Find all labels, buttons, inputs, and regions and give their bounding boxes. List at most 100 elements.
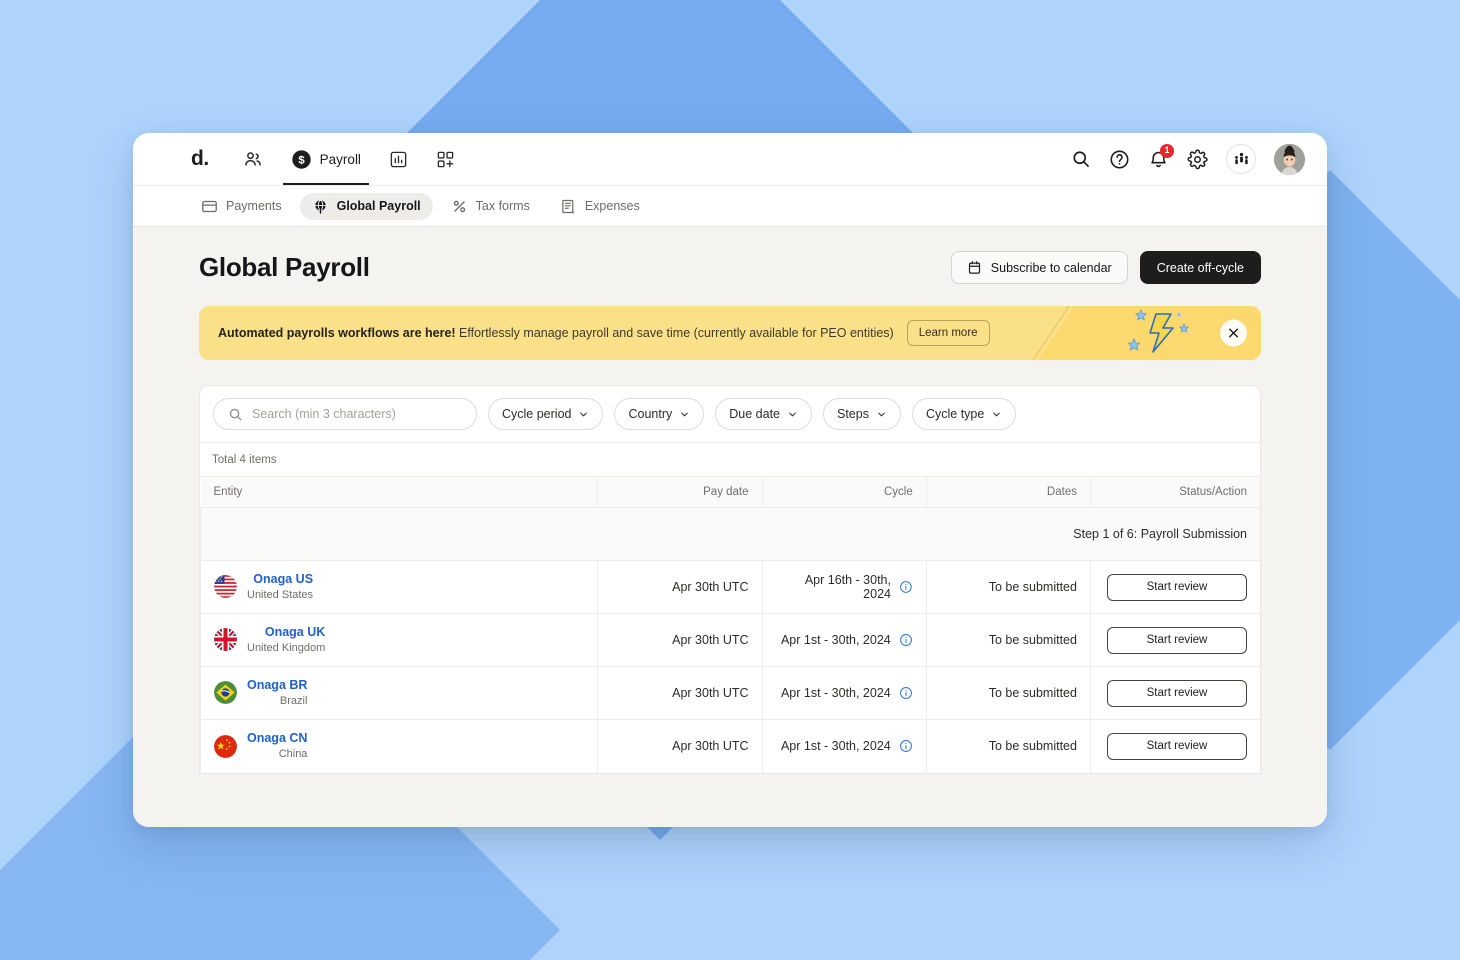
table-group-row: Step 1 of 6: Payroll Submission [201,508,1261,561]
nav-item-people[interactable] [229,133,277,185]
help-circle-icon[interactable] [1109,149,1130,170]
search-icon[interactable] [1071,149,1091,169]
table-group-label: Step 1 of 6: Payroll Submission [201,508,1261,561]
row-action-cell: Start review [1090,614,1260,667]
info-icon[interactable] [899,686,913,700]
close-icon [1227,327,1240,340]
subnav-item-tax-forms-label: Tax forms [476,199,530,213]
filter-cycle-period-label: Cycle period [502,407,571,421]
entity-country: United States [247,588,313,602]
bell-icon[interactable]: 1 [1148,149,1169,170]
row-entity-cell: Onaga UK United Kingdom [201,614,598,667]
entity-name-link[interactable]: Onaga BR [247,678,307,694]
entity-name-link[interactable]: Onaga UK [247,625,325,641]
subscribe-to-calendar-button[interactable]: Subscribe to calendar [951,251,1128,284]
top-navigation-bar: d. $ Payroll [133,133,1327,185]
page-header: Global Payroll Subscribe to calendar Cre… [199,251,1261,284]
row-action-cell: Start review [1090,720,1260,773]
banner-text: Automated payrolls workflows are here! E… [218,326,894,340]
row-dates-status: To be submitted [926,614,1090,667]
filter-cycle-period[interactable]: Cycle period [488,398,603,430]
create-off-cycle-button[interactable]: Create off-cycle [1140,251,1261,284]
filter-panel: Cycle period Country Due date Steps Cycl… [199,385,1261,476]
subnav-item-global-payroll-label: Global Payroll [337,199,421,213]
search-input[interactable] [252,407,462,421]
chevron-down-icon [578,409,589,420]
row-cycle-cell: Apr 1st - 30th, 2024 [762,614,926,667]
table-row: Onaga US United States Apr 30th UTC Apr … [201,561,1261,614]
entity-country: China [247,747,307,761]
table-header-row: Entity Pay date Cycle Dates Status/Actio… [201,477,1261,508]
start-review-button[interactable]: Start review [1107,733,1247,760]
subnav-item-global-payroll[interactable]: Global Payroll [300,193,433,220]
flag-gb-icon [214,628,237,651]
entity-country: Brazil [247,694,307,708]
chevron-down-icon [991,409,1002,420]
filter-due-date[interactable]: Due date [715,398,812,430]
entity-name-link[interactable]: Onaga CN [247,731,307,747]
page-title: Global Payroll [199,252,370,283]
percent-icon [451,198,468,215]
gear-icon[interactable] [1187,149,1208,170]
row-entity-cell: Onaga BR Brazil [201,667,598,720]
subscribe-to-calendar-label: Subscribe to calendar [991,261,1112,275]
subnav-item-expenses-label: Expenses [585,199,640,213]
column-header-dates: Dates [926,477,1090,508]
entity-name-link[interactable]: Onaga US [247,572,313,588]
subnav-item-payments[interactable]: Payments [189,193,294,220]
banner-headline: Automated payrolls workflows are here! [218,326,456,340]
info-icon[interactable] [899,739,913,753]
subnav-item-expenses[interactable]: Expenses [548,193,652,220]
apps-grid-plus-icon [436,150,455,169]
people-group-icon[interactable] [1226,144,1256,174]
app-window: d. $ Payroll [133,133,1327,827]
filter-steps[interactable]: Steps [823,398,901,430]
flag-us-icon [214,575,237,598]
filter-bar: Cycle period Country Due date Steps Cycl… [200,386,1260,442]
start-review-button[interactable]: Start review [1107,680,1247,707]
nav-item-payroll[interactable]: $ Payroll [277,133,375,185]
row-pay-date: Apr 30th UTC [598,667,762,720]
column-header-status-action: Status/Action [1090,477,1260,508]
filter-steps-label: Steps [837,407,869,421]
column-header-entity: Entity [201,477,598,508]
info-icon[interactable] [899,580,913,594]
start-review-button[interactable]: Start review [1107,627,1247,654]
nav-item-apps[interactable] [422,133,469,185]
chevron-down-icon [787,409,798,420]
row-action-cell: Start review [1090,561,1260,614]
row-cycle-cell: Apr 1st - 30th, 2024 [762,667,926,720]
filter-country[interactable]: Country [614,398,704,430]
banner-close-button[interactable] [1220,320,1247,347]
filter-country-label: Country [628,407,672,421]
search-box[interactable] [213,398,477,430]
dollar-circle-icon: $ [291,149,312,170]
avatar[interactable] [1274,144,1305,175]
chevron-down-icon [876,409,887,420]
filter-cycle-type[interactable]: Cycle type [912,398,1016,430]
payroll-table: Entity Pay date Cycle Dates Status/Actio… [200,476,1260,773]
chevron-down-icon [679,409,690,420]
page-content: Global Payroll Subscribe to calendar Cre… [133,227,1327,827]
row-cycle: Apr 1st - 30th, 2024 [781,633,891,647]
calendar-icon [967,260,982,275]
subnav-item-tax-forms[interactable]: Tax forms [439,193,542,220]
row-cycle: Apr 16th - 30th, 2024 [776,573,891,601]
total-items-label: Total 4 items [200,442,1260,476]
row-pay-date: Apr 30th UTC [598,561,762,614]
banner-body: Effortlessly manage payroll and save tim… [456,326,894,340]
nav-item-payroll-label: Payroll [320,152,361,167]
notification-badge: 1 [1160,144,1174,158]
start-review-button[interactable]: Start review [1107,574,1247,601]
entity-country: United Kingdom [247,641,325,655]
learn-more-button[interactable]: Learn more [907,320,990,346]
app-logo[interactable]: d. [133,147,229,171]
credit-card-icon [201,198,218,215]
nav-item-reports[interactable] [375,133,422,185]
search-icon [228,407,243,422]
people-icon [243,149,263,169]
table-row: Onaga UK United Kingdom Apr 30th UTC Apr… [201,614,1261,667]
flag-br-icon [214,681,237,704]
filter-due-date-label: Due date [729,407,780,421]
info-icon[interactable] [899,633,913,647]
